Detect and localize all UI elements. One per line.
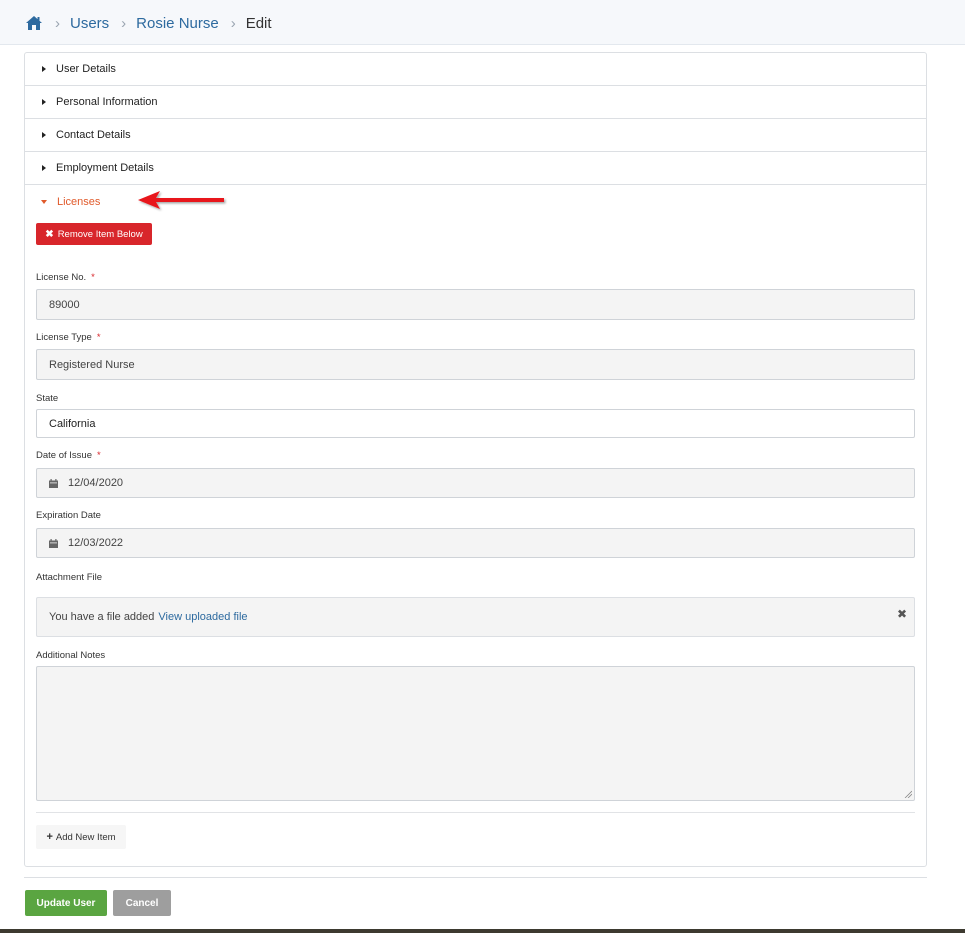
breadcrumb-users[interactable]: Users	[70, 15, 109, 32]
breadcrumb-current: Edit	[245, 14, 272, 32]
field-value: Registered Nurse	[49, 358, 135, 371]
divider	[24, 877, 927, 878]
caret-down-icon	[41, 199, 47, 204]
accordion-user-details[interactable]: User Details	[25, 53, 926, 86]
accordion-personal-information[interactable]: Personal Information	[25, 86, 926, 119]
breadcrumb: › Users › Rosie Nurse › Edit	[25, 13, 272, 33]
chevron-right-icon: ›	[121, 14, 127, 32]
caret-right-icon	[42, 132, 46, 138]
label-text: Additional Notes	[36, 650, 106, 661]
add-new-item-button[interactable]: + Add New Item	[36, 825, 126, 849]
field-value: 89000	[49, 298, 80, 311]
label-text: Attachment File	[36, 572, 102, 583]
required-marker: *	[91, 272, 95, 283]
field-value: 12/03/2022	[68, 537, 124, 549]
required-marker: *	[96, 450, 101, 461]
calendar-icon	[49, 478, 58, 488]
field-value: California	[49, 417, 96, 430]
chevron-right-icon: ›	[230, 14, 236, 32]
cancel-button[interactable]: Cancel	[113, 890, 171, 916]
breadcrumb-bar: › Users › Rosie Nurse › Edit	[0, 0, 965, 45]
remove-item-button[interactable]: ✖ Remove Item Below	[36, 223, 152, 245]
label-text: State	[36, 393, 59, 404]
resize-grip-icon[interactable]	[904, 790, 912, 798]
caret-right-icon	[42, 165, 46, 171]
required-marker: *	[96, 332, 101, 343]
accordion-label: Licenses	[57, 195, 101, 208]
accordion-label: User Details	[56, 63, 116, 75]
accordion-label: Contact Details	[56, 129, 131, 141]
date-of-issue-field[interactable]: 12/04/2020	[36, 468, 915, 498]
caret-right-icon	[42, 99, 46, 105]
divider	[36, 812, 915, 813]
additional-notes-label: Additional Notes	[36, 650, 105, 661]
license-no-field[interactable]: 89000	[36, 289, 915, 320]
close-icon[interactable]: ✖	[897, 607, 907, 621]
annotation-arrow-icon	[138, 191, 224, 209]
label-text: License Type	[36, 332, 92, 343]
attachment-file-box: You have a file added View uploaded file…	[36, 597, 915, 637]
update-user-button[interactable]: Update User	[25, 890, 107, 916]
additional-notes-textarea[interactable]	[36, 666, 915, 801]
field-value: 12/04/2020	[68, 477, 124, 489]
plus-icon: +	[46, 831, 53, 843]
accordion-label: Personal Information	[56, 96, 158, 108]
license-no-label: License No. *	[36, 272, 95, 283]
license-type-field[interactable]: Registered Nurse	[36, 349, 915, 380]
close-icon: ✖	[45, 228, 54, 240]
label-text: License No.	[36, 272, 87, 283]
attachment-text: You have a file added	[49, 611, 155, 623]
footer-strip	[0, 929, 965, 933]
caret-right-icon	[42, 66, 46, 72]
label-text: Expiration Date	[36, 510, 101, 521]
attachment-file-label: Attachment File	[36, 572, 102, 583]
chevron-right-icon: ›	[55, 14, 60, 32]
accordion-label: Employment Details	[56, 162, 154, 174]
remove-item-label: Remove Item Below	[57, 228, 143, 240]
home-icon[interactable]	[25, 14, 43, 32]
calendar-icon	[49, 538, 58, 548]
label-text: Date of Issue	[36, 450, 92, 461]
expiration-date-field[interactable]: 12/03/2022	[36, 528, 915, 558]
accordion-contact-details[interactable]: Contact Details	[25, 119, 926, 152]
accordion-employment-details[interactable]: Employment Details	[25, 152, 926, 185]
expiration-date-label: Expiration Date	[36, 510, 101, 521]
view-uploaded-file-link[interactable]: View uploaded file	[158, 611, 247, 623]
state-label: State	[36, 393, 58, 404]
state-field[interactable]: California	[36, 409, 915, 438]
add-item-label: Add New Item	[55, 831, 116, 843]
license-type-label: License Type *	[36, 332, 101, 343]
date-of-issue-label: Date of Issue *	[36, 450, 101, 461]
breadcrumb-user[interactable]: Rosie Nurse	[136, 15, 219, 32]
